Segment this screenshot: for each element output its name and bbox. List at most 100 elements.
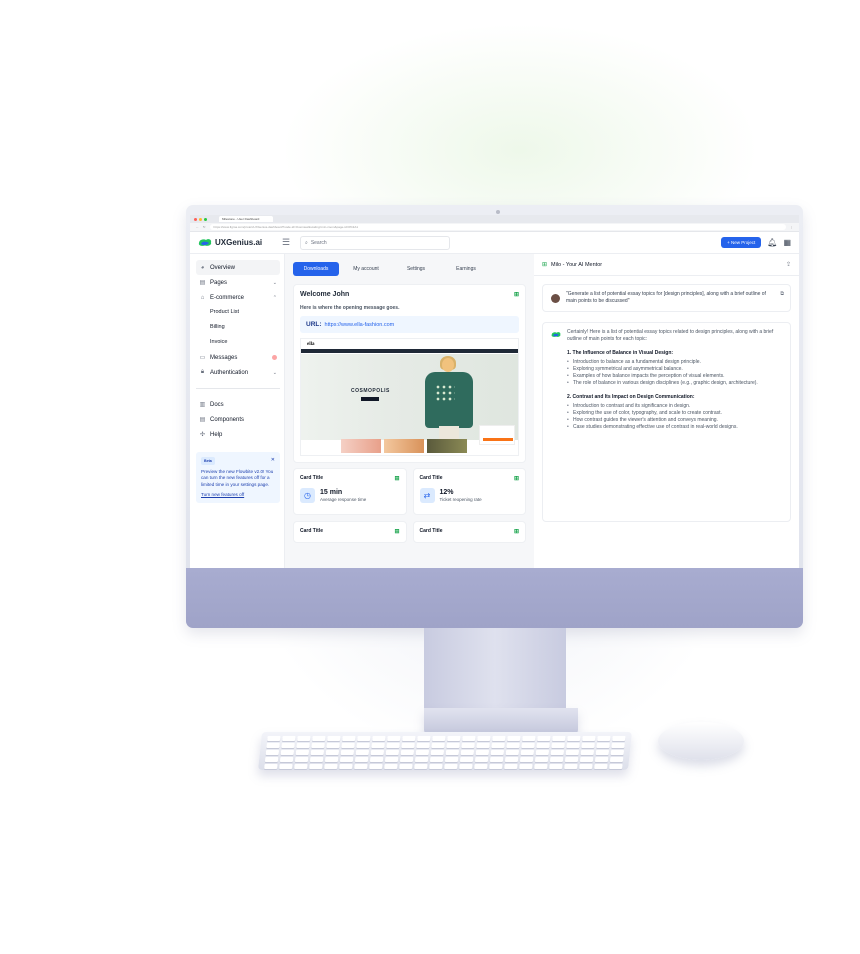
sidebar-item-label: Messages (210, 354, 238, 361)
list-item: How contrast guides the viewer's attenti… (567, 417, 782, 424)
tab-my-account[interactable]: My account (343, 262, 389, 276)
sidebar-item-label: E-commerce (210, 294, 245, 301)
add-note-icon[interactable]: ⊞ (514, 528, 519, 535)
sidebar-item-label: Authentication (210, 369, 249, 376)
support-icon: ✣ (199, 432, 206, 438)
brand-logo[interactable]: UXGenius.ai (198, 238, 282, 247)
website-preview[interactable]: ella COSMOPOLIS (300, 338, 519, 456)
sidebar-item-help[interactable]: ✣ Help (196, 427, 280, 442)
imac-stand (424, 628, 566, 710)
sidebar-divider (196, 388, 280, 389)
minimize-window-icon[interactable] (199, 217, 202, 221)
ai-answer-intro: Certainly! Here is a list of potential e… (567, 329, 774, 342)
bell-icon[interactable]: 🔔︎ (767, 238, 777, 247)
sidebar-item-components[interactable]: ▤ Components (196, 412, 280, 427)
maximize-window-icon[interactable] (204, 217, 207, 221)
stat-card: Card Title ⊞ (412, 521, 526, 543)
sidebar-item-messages[interactable]: ▭ Messages (196, 350, 280, 365)
url-field[interactable]: https://www.figma.com/proto/xUXGenius-da… (209, 224, 786, 230)
sidebar-item-pages[interactable]: ▤ Pages ⌄ (196, 275, 280, 290)
camera-dot (496, 210, 500, 214)
url-box: URL: https://www.ella-fashion.com (300, 316, 519, 333)
preview-thumbnails (341, 439, 467, 453)
ai-answer-list: Introduction to contrast and its signifi… (567, 403, 782, 431)
back-icon[interactable]: ← (196, 225, 199, 229)
sidebar-item-overview[interactable]: ◕ Overview (196, 260, 280, 275)
avatar (551, 294, 560, 303)
tab-earnings[interactable]: Earnings (443, 262, 489, 276)
sidebar-subitem-product-list[interactable]: Product List (196, 305, 280, 320)
welcome-title: Welcome John (300, 291, 350, 298)
new-project-button[interactable]: + New Project (721, 237, 762, 248)
tab-settings[interactable]: Settings (393, 262, 439, 276)
card-title: Card Title (419, 528, 443, 534)
tab-downloads[interactable]: Downloads (293, 262, 339, 276)
sidebar-item-label: Help (210, 431, 223, 438)
imac-chin (186, 568, 803, 628)
share-icon[interactable]: ⇪ (786, 261, 791, 268)
close-window-icon[interactable] (194, 217, 197, 221)
menu-toggle-icon[interactable]: ☰ (282, 237, 296, 248)
preview-shop-button (361, 397, 380, 401)
stat-label: Ticket reopening rate (439, 497, 482, 502)
url-label: URL: (306, 321, 322, 328)
list-item: Case studies demonstrating effective use… (567, 424, 782, 431)
browser-tab-bar: Milestone - User Dashboard (190, 215, 799, 223)
turn-off-features-link[interactable]: Turn new features off (201, 492, 275, 498)
document-icon: ▤ (199, 280, 206, 286)
tab-bar: Downloads My account Settings Earnings (293, 262, 526, 276)
add-note-icon[interactable]: ⊞ (394, 475, 399, 482)
shopping-bag-icon: ⌂ (200, 294, 205, 301)
sidebar-item-ecommerce[interactable]: ⌂ E-commerce ⌃ (196, 290, 280, 305)
sidebar-item-label: Pages (210, 279, 228, 286)
add-note-icon[interactable]: ⊞ (514, 475, 519, 482)
beta-promo-card: Beta ✕ Preview the new Flowbite v2.0! Yo… (196, 452, 280, 504)
list-item: Exploring the use of color, typography, … (567, 410, 782, 417)
copy-icon[interactable]: ⧉ (780, 291, 784, 298)
url-link[interactable]: https://www.ella-fashion.com (325, 322, 395, 328)
list-item: Exploring symmetrical and asymmetrical b… (567, 366, 782, 373)
repeat-icon: ⇄ (419, 488, 435, 503)
keyboard (258, 732, 632, 770)
preview-model-image (419, 356, 479, 440)
brain-logo-icon (198, 239, 212, 246)
card-title: Card Title (300, 528, 323, 534)
sidebar-item-authentication[interactable]: 🔒︎ Authentication ⌄ (196, 365, 280, 380)
mouse (658, 722, 744, 760)
chevron-down-icon: ⌄ (272, 369, 277, 376)
stat-card: Card Title ⊞ (293, 521, 407, 543)
list-item: Examples of how balance impacts the perc… (567, 373, 782, 380)
list-item: The role of balance in various design di… (567, 380, 782, 387)
apps-grid-icon[interactable]: ▦ (783, 238, 791, 247)
brand-name: UXGenius.ai (215, 238, 263, 247)
notification-badge (272, 355, 277, 360)
search-input[interactable]: ⌕ Search (300, 235, 450, 250)
ai-answer-list: Introduction to balance as a fundamental… (567, 359, 782, 387)
sidebar-item-docs[interactable]: ▥ Docs (196, 397, 280, 412)
stat-card-response-time: Card Title ⊞ ◷ 15 min Average response t… (293, 468, 407, 515)
add-note-icon[interactable]: ⊞ (394, 528, 399, 535)
ai-answer-heading: 2. Contrast and Its Impact on Design Com… (567, 394, 695, 400)
ai-panel-header: ⊞ Milo - Your AI Mentor ⇪ (534, 254, 799, 276)
pie-chart-icon: ◕ (200, 264, 205, 271)
welcome-subtitle: Here is where the opening message goes. (300, 305, 400, 311)
promo-text: Preview the new Flowbite v2.0! You can t… (201, 469, 274, 487)
reload-icon[interactable]: ↻ (203, 225, 206, 229)
sidebar: ◕ Overview ▤ Pages ⌄ ⌂ E-commerce ⌃ Prod… (190, 254, 285, 568)
chevron-up-icon: ⌃ (272, 294, 277, 301)
extensions-icon[interactable]: ⋮ (790, 225, 793, 229)
app-header: UXGenius.ai ☰ ⌕ Search + New Project 🔔︎ … (190, 232, 799, 254)
close-icon[interactable]: ✕ (271, 457, 275, 465)
screen: Milestone - User Dashboard ← ↻ https://w… (190, 215, 799, 568)
add-note-icon[interactable]: ⊞ (514, 291, 519, 298)
browser-tab[interactable]: Milestone - User Dashboard (219, 216, 273, 222)
card-title: Card Title (300, 475, 323, 481)
sidebar-item-label: Docs (210, 401, 224, 408)
sidebar-subitem-invoice[interactable]: Invoice (196, 335, 280, 350)
sidebar-subitem-billing[interactable]: Billing (196, 320, 280, 335)
chevron-down-icon: ⌄ (272, 279, 277, 286)
preview-promo-box (479, 425, 515, 445)
search-placeholder: Search (310, 239, 327, 246)
list-item: Introduction to contrast and its signifi… (567, 403, 782, 410)
stat-value: 12% (439, 489, 454, 496)
